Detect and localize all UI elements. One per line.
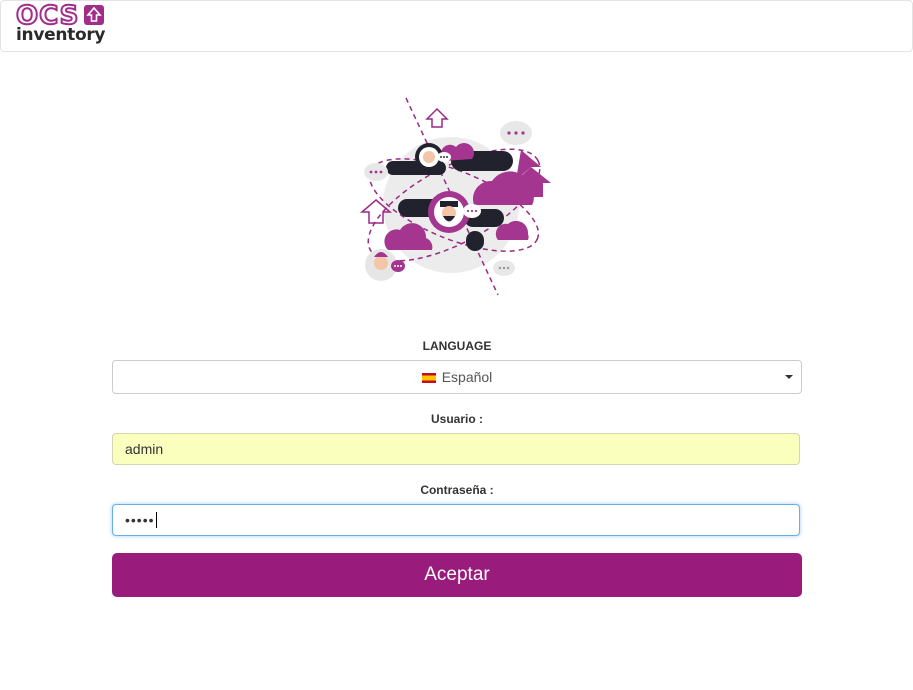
ocs-inventory-logo[interactable]: OCS inventory <box>15 1 108 47</box>
user-input[interactable]: admin <box>112 433 800 465</box>
language-select[interactable]: Español <box>112 360 802 394</box>
password-input[interactable]: ••••• <box>112 504 800 536</box>
language-value-text: Español <box>441 369 493 385</box>
submit-button[interactable]: Aceptar <box>112 553 802 597</box>
language-label: LANGUAGE <box>422 339 492 353</box>
logo-arrow-up-icon <box>84 5 104 25</box>
user-label: Usuario : <box>430 412 483 426</box>
network-people-illustration <box>356 95 556 300</box>
logo-text-top: OCS <box>15 1 80 31</box>
user-input-value: admin <box>125 441 164 457</box>
text-cursor <box>155 512 157 528</box>
spain-flag-icon <box>421 373 436 383</box>
chevron-down-icon <box>785 375 793 379</box>
logo-text-bottom: inventory <box>16 25 106 45</box>
language-select-value: Español <box>113 361 801 393</box>
top-navbar: OCS inventory <box>0 0 913 52</box>
password-input-value: ••••• <box>125 512 155 528</box>
password-label: Contraseña : <box>420 483 494 497</box>
